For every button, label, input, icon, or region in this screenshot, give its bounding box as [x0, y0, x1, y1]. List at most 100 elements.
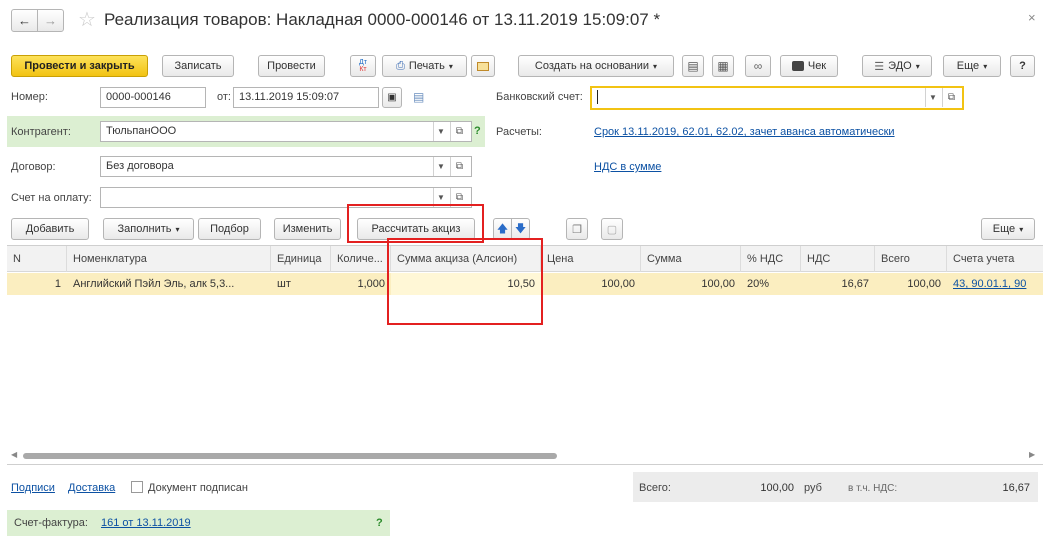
move-down-button[interactable]: 🡇 [511, 218, 530, 240]
calendar-button[interactable]: ▣ [382, 87, 402, 108]
col-nomenclature[interactable]: Номенклатура [67, 246, 271, 272]
signed-checkbox[interactable] [131, 481, 143, 493]
number-field[interactable]: 0000-000146 [100, 87, 206, 108]
delivery-link[interactable]: Доставка [68, 482, 115, 494]
forward-button[interactable]: → [37, 9, 64, 32]
copy-row-button[interactable]: ❐ [566, 218, 588, 240]
printer-icon: ⎙ [396, 59, 405, 72]
print-button[interactable]: ⎙ Печать ▾ [382, 55, 467, 77]
bank-account-field[interactable] [590, 86, 964, 110]
cell-total: 100,00 [907, 278, 941, 290]
change-label: Изменить [282, 223, 333, 235]
bank-dropdown-button[interactable]: ▼ [925, 88, 940, 107]
table-more-label: Еще [992, 223, 1016, 235]
dropdown-arrow-icon: ▾ [915, 61, 920, 71]
dt-kt-icon: Дт Кт [359, 59, 367, 73]
open-icon: ⧉ [455, 126, 464, 137]
col-sum[interactable]: Сумма [641, 246, 741, 272]
post-button[interactable]: Провести [258, 55, 325, 77]
col-vat[interactable]: НДС [801, 246, 875, 272]
paperclip-icon: ∞ [753, 59, 763, 73]
move-up-button[interactable]: 🡅 [493, 218, 512, 240]
cell-vat: 16,67 [841, 278, 869, 290]
excise-column-highlight-box [387, 238, 543, 325]
col-quantity[interactable]: Количе... [331, 246, 391, 272]
status-icon[interactable]: ▤ [413, 90, 424, 104]
email-button[interactable] [471, 55, 495, 77]
counterparty-help-icon[interactable]: ? [474, 125, 481, 137]
fill-button[interactable]: Заполнить ▾ [103, 218, 194, 240]
col-unit[interactable]: Единица [271, 246, 331, 272]
document-list-button[interactable]: ▤ [682, 55, 704, 77]
cell-unit: шт [277, 278, 291, 290]
cell-quantity: 1,000 [357, 278, 385, 290]
check-label: Чек [807, 60, 827, 72]
post-and-close-button[interactable]: Провести и закрыть [11, 55, 148, 77]
attach-button[interactable]: ∞ [745, 55, 771, 77]
contract-dropdown-button[interactable]: ▼ [433, 157, 448, 176]
edo-icon: ☰ [874, 60, 885, 73]
contract-open-button[interactable]: ⧉ [450, 157, 468, 176]
report-icon: ▦ [717, 59, 729, 73]
favorite-star-icon[interactable]: ☆ [78, 7, 96, 32]
number-label: Номер: [11, 91, 48, 103]
col-accounts[interactable]: Счета учета [947, 246, 1043, 272]
bank-open-button[interactable]: ⧉ [942, 88, 960, 107]
back-button[interactable]: ← [11, 9, 38, 32]
edo-button[interactable]: ☰ ЭДО ▾ [862, 55, 932, 77]
settlements-link[interactable]: Срок 13.11.2019, 62.01, 62.02, зачет ава… [594, 126, 895, 138]
col-n[interactable]: N [7, 246, 67, 272]
horizontal-scrollbar[interactable]: ◀ ▶ [7, 450, 1043, 462]
vat-link[interactable]: НДС в сумме [594, 161, 661, 173]
arrow-left-icon: ← [18, 13, 31, 28]
cell-nomenclature: Английский Пэйл Эль, алк 5,3... [73, 278, 235, 290]
settlements-label: Расчеты: [496, 126, 542, 138]
dt-kt-button[interactable]: Дт Кт [350, 55, 376, 77]
scrollbar-thumb[interactable] [23, 453, 557, 459]
col-price[interactable]: Цена [541, 246, 641, 272]
dropdown-arrow-icon: ▾ [175, 224, 180, 234]
more-label: Еще [956, 60, 980, 72]
scroll-right-icon: ▶ [1029, 450, 1036, 459]
close-icon[interactable]: × [1028, 10, 1036, 25]
date-field[interactable]: 13.11.2019 15:09:07 [233, 87, 379, 108]
add-row-button[interactable]: Добавить [11, 218, 89, 240]
cell-vat-rate: 20% [747, 278, 770, 290]
check-button[interactable]: Чек [780, 55, 838, 77]
list-icon: ▤ [687, 59, 699, 73]
change-button[interactable]: Изменить [274, 218, 341, 240]
more-button[interactable]: Еще ▾ [943, 55, 1001, 77]
paste-row-button[interactable]: ▢ [601, 218, 623, 240]
signatures-link[interactable]: Подписи [11, 482, 55, 494]
counterparty-dropdown-button[interactable]: ▼ [433, 122, 448, 141]
counterparty-open-button[interactable]: ⧉ [450, 122, 468, 141]
counterparty-label: Контрагент: [11, 126, 71, 138]
report-button[interactable]: ▦ [712, 55, 734, 77]
arrow-right-icon: → [44, 13, 57, 28]
invoice-doc-link[interactable]: 161 от 13.11.2019 [101, 517, 191, 529]
chevron-down-icon: ▼ [929, 93, 937, 102]
pick-button[interactable]: Подбор [198, 218, 261, 240]
paste-icon: ▢ [606, 223, 618, 236]
total-value: 100,00 [760, 482, 794, 494]
save-button[interactable]: Записать [162, 55, 234, 77]
open-icon: ⧉ [947, 92, 956, 103]
invoice-help-icon[interactable]: ? [376, 517, 383, 529]
contract-field[interactable]: Без договора [100, 156, 472, 177]
vat-total-label: в т.ч. НДС: [848, 483, 898, 494]
envelope-icon [477, 61, 489, 71]
help-button[interactable]: ? [1010, 55, 1035, 77]
open-icon: ⧉ [455, 161, 464, 172]
cell-sum: 100,00 [701, 278, 735, 290]
post-and-close-label: Провести и закрыть [24, 60, 135, 72]
text-cursor [597, 90, 598, 104]
cell-accounts[interactable]: 43, 90.01.1, 90 [947, 273, 1043, 295]
counterparty-field[interactable]: ТюльпанООО [100, 121, 472, 142]
create-based-on-button[interactable]: Создать на основании ▾ [518, 55, 674, 77]
table-more-button[interactable]: Еще ▾ [981, 218, 1035, 240]
col-total[interactable]: Всего [875, 246, 947, 272]
post-label: Провести [267, 60, 316, 72]
contract-label: Договор: [11, 161, 56, 173]
print-label: Печать [408, 60, 445, 72]
col-vat-rate[interactable]: % НДС [741, 246, 801, 272]
